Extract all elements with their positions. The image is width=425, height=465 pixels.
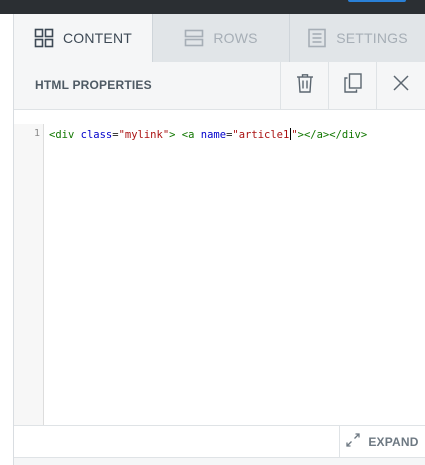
properties-panel: CONTENT ROWS SETTINGS HTML PROPERTIES 1 …	[14, 14, 425, 465]
tab-content[interactable]: CONTENT	[14, 14, 153, 62]
app-top-bar	[0, 0, 425, 14]
code-token-string: "article1	[232, 129, 290, 141]
tab-settings-label: SETTINGS	[336, 30, 408, 46]
tab-rows[interactable]: ROWS	[153, 14, 290, 62]
code-token-tag: <div	[49, 129, 75, 141]
delete-button[interactable]	[280, 62, 328, 109]
duplicate-button[interactable]	[328, 62, 376, 109]
rows-icon	[184, 28, 204, 48]
top-accent-button[interactable]	[348, 0, 406, 2]
code-token-attribute: class	[80, 129, 113, 141]
close-icon	[393, 75, 409, 96]
settings-icon	[307, 28, 327, 48]
close-button[interactable]	[376, 62, 425, 109]
code-token-tag: ></a></div>	[297, 129, 368, 141]
code-line[interactable]: <div class="mylink"> <a name="article1 ">…	[49, 128, 367, 141]
trash-icon	[296, 73, 314, 98]
duplicate-icon	[343, 73, 362, 98]
expand-button[interactable]: EXPAND	[339, 426, 425, 457]
properties-title: HTML PROPERTIES	[35, 78, 152, 92]
code-token-string: "mylink"	[118, 129, 170, 141]
code-token-attribute: name	[200, 129, 227, 141]
tab-settings[interactable]: SETTINGS	[290, 14, 425, 62]
line-number: 1	[33, 128, 40, 139]
grid-icon	[34, 28, 54, 48]
tab-rows-label: ROWS	[213, 30, 258, 46]
editor-footer: EXPAND	[14, 425, 425, 458]
html-properties-header: HTML PROPERTIES	[14, 62, 425, 110]
panel-bottom-strip	[14, 458, 425, 465]
expand-icon	[346, 433, 360, 450]
code-editor[interactable]: 1 <div class="mylink"> <a name="article1…	[14, 124, 425, 426]
left-canvas-edge	[0, 14, 14, 465]
expand-label: EXPAND	[368, 434, 419, 449]
tab-content-label: CONTENT	[62, 30, 133, 46]
panel-tabs: CONTENT ROWS SETTINGS	[14, 14, 425, 62]
code-token-tag: <a	[181, 129, 195, 141]
line-gutter: 1	[14, 124, 44, 426]
